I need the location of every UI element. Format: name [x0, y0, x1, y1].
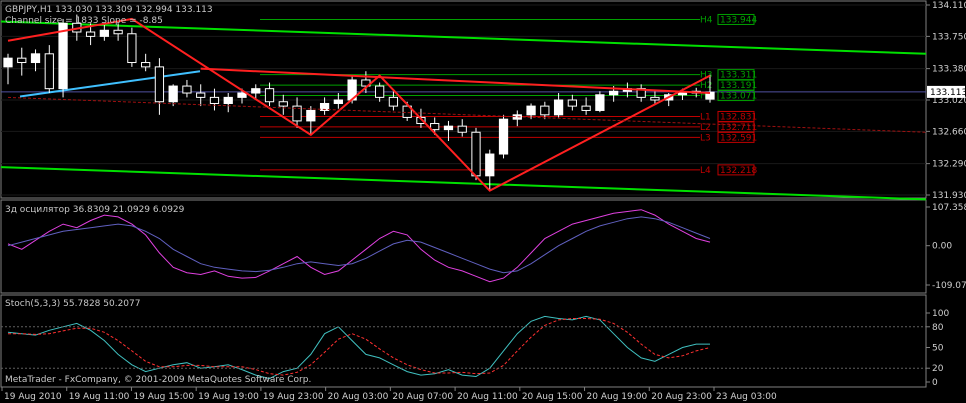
y-tick-label: 134.110 [932, 1, 966, 11]
level-name-red: L1 [700, 112, 711, 122]
candle-body [595, 94, 605, 111]
candle-body [581, 105, 591, 111]
candle-body [3, 57, 13, 68]
candle-body [264, 88, 275, 103]
candle-body [154, 66, 165, 103]
candle-body [306, 109, 316, 122]
candle-body [609, 90, 619, 96]
stoch-y-tick-label: 50 [932, 344, 944, 354]
candle-body [375, 85, 385, 98]
candle-body [498, 118, 509, 155]
level-value-red: 132.591 [720, 133, 757, 143]
stoch-y-tick-label: 20 [932, 364, 944, 374]
candle-body [17, 57, 27, 64]
main-zigzag [7, 17, 927, 192]
candle-body [457, 125, 467, 133]
time-axis: 19 Aug 2010 19 Aug 11:00 19 Aug 15:00 19 Au… [1, 387, 777, 402]
time-tick-label: 20 Aug 11:00 [457, 392, 518, 402]
osc-y-tick-label: -109.07 [932, 281, 966, 291]
candle-body [196, 92, 206, 98]
candle-body [182, 85, 192, 94]
stoch-y-tick-label: 80 [932, 323, 944, 333]
main-grid [1, 4, 926, 196]
stoch-series-0 [7, 315, 710, 380]
y-tick-label: 131.930 [932, 191, 966, 201]
candle-body [141, 62, 151, 68]
stoch-title: Stoch(5,3,3) 55.7828 50.2077 [5, 299, 140, 309]
chart-canvas: 133.944H4133.311H3133.191H2133.071H1132.… [0, 0, 966, 402]
candle-body [333, 99, 343, 104]
level-name-red: L4 [700, 166, 711, 176]
main-candles [3, 14, 715, 191]
osc-series-0 [7, 209, 711, 283]
time-tick-label: 20 Aug 07:00 [392, 392, 453, 402]
candle-body [85, 31, 96, 37]
candle-body [58, 22, 68, 90]
time-tick-label: 20 Aug 15:00 [522, 392, 583, 402]
candle-body [30, 53, 41, 64]
level-name-green: H4 [700, 15, 713, 25]
candle-body [526, 105, 536, 116]
candle-body [388, 96, 399, 107]
candle-body [485, 153, 495, 177]
time-tick-label: 20 Aug 23:00 [651, 392, 712, 402]
copyright: MetaTrader - FxCompany, © 2001-2009 Meta… [5, 375, 311, 385]
main-title: GBPJPY,H1 133.030 133.309 132.994 133.11… [5, 5, 213, 15]
candle-body [443, 125, 454, 131]
y-tick-label: 132.660 [932, 127, 966, 137]
candle-body [99, 29, 109, 37]
candle-body [44, 53, 54, 90]
time-tick-label: 20 Aug 19:00 [587, 392, 648, 402]
candle-body [237, 92, 247, 98]
level-name-red: L3 [700, 133, 711, 143]
main-subtitle: Channel size = 1833 Slope = -8.85 [5, 16, 163, 26]
osc-title: 3д осцилятор 36.8309 21.0929 6.0929 [5, 205, 185, 215]
candle-body [251, 88, 261, 94]
candle-body [168, 85, 178, 103]
candle-body [567, 99, 577, 107]
y-tick-label: 133.380 [932, 65, 966, 75]
stoch-y-tick-label: 0 [932, 378, 938, 388]
osc-y-tick-label: 107.3589 [932, 203, 966, 213]
osc-y-axis: 107.3589 0.00 -109.07 [926, 203, 966, 291]
level-value-red: 132.711 [720, 123, 757, 133]
time-tick-label: 19 Aug 15:00 [133, 392, 194, 402]
level-name-green: H2 [700, 81, 713, 91]
channel-upper [0, 20, 927, 55]
candle-body [471, 131, 481, 177]
time-tick-label: 19 Aug 19:00 [198, 392, 259, 402]
current-price-label: 133.113 [930, 88, 966, 98]
time-tick-label: 19 Aug 11:00 [69, 392, 130, 402]
level-value-red: 132.218 [720, 166, 757, 176]
main-y-axis: 134.110133.750133.380133.020132.660132.2… [926, 1, 966, 201]
y-tick-label: 133.750 [932, 32, 966, 42]
time-tick-label: 19 Aug 2010 [4, 392, 62, 402]
level-value-red: 132.831 [720, 112, 757, 122]
level-value-green: 133.071 [720, 92, 757, 102]
candle-body [223, 96, 233, 104]
stoch-y-tick-label: 100 [932, 309, 949, 319]
time-tick-label: 23 Aug 03:00 [716, 392, 777, 402]
level-value-green: 133.311 [720, 71, 757, 81]
candle-body [113, 29, 123, 35]
candle-body [650, 96, 660, 101]
resistance-line [200, 67, 711, 95]
candle-body [278, 101, 288, 107]
y-tick-label: 132.290 [932, 160, 966, 170]
candle-body [677, 92, 688, 96]
level-value-green: 133.944 [720, 15, 757, 25]
time-tick-label: 19 Aug 23:00 [263, 392, 324, 402]
candle-body [127, 33, 137, 64]
osc-lines [7, 209, 711, 283]
zigzag-line [7, 17, 711, 192]
level-value-green: 133.191 [720, 81, 757, 91]
stoch-lines [7, 315, 711, 380]
osc-series-1 [7, 216, 711, 274]
main-channel [0, 20, 927, 201]
candle-body [540, 105, 550, 116]
candle-body [553, 99, 564, 116]
time-tick-label: 20 Aug 03:00 [328, 392, 389, 402]
osc-y-tick-label: 0.00 [932, 242, 952, 252]
candle-body [209, 96, 220, 104]
